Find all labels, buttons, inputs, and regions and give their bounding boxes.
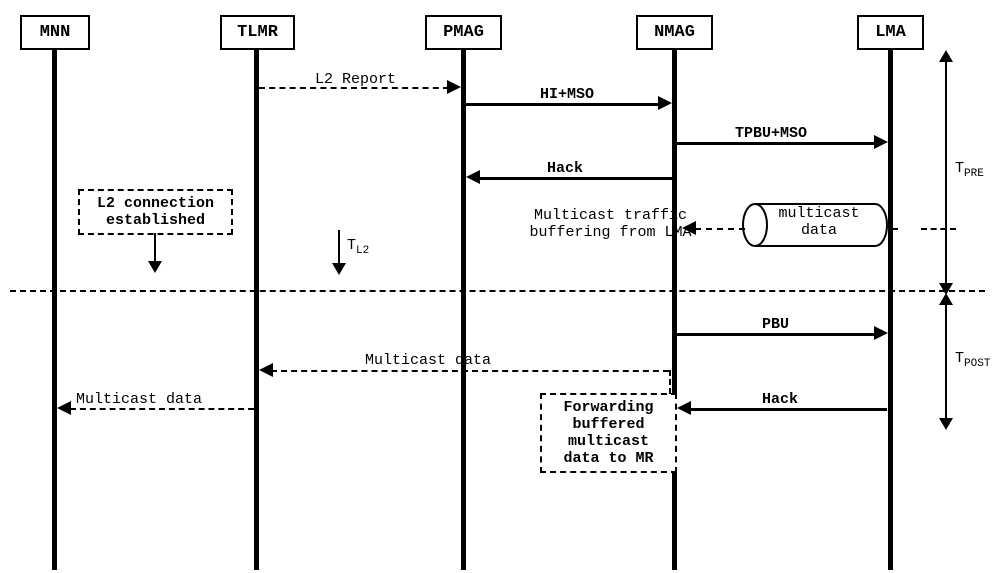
arrowhead-l2-report (447, 80, 461, 94)
label-hack1: Hack (547, 160, 583, 177)
arrow-hack2 (690, 408, 887, 411)
actor-pmag: PMAG (425, 15, 502, 50)
lifeline-lma (888, 50, 893, 570)
arrowhead-tpost-bot (939, 418, 953, 430)
arrowhead-multicast-final (57, 401, 71, 415)
arrow-hack1 (478, 177, 673, 180)
arrow-tl2 (338, 230, 340, 265)
arrowhead-tpbu-mso (874, 135, 888, 149)
label-hi-mso: HI+MSO (540, 86, 594, 103)
label-multicast-final: Multicast data (76, 391, 202, 408)
arrowhead-hi-mso (658, 96, 672, 110)
separator-line (10, 290, 985, 292)
arrowhead-hack1 (466, 170, 480, 184)
actor-tlmr: TLMR (220, 15, 295, 50)
label-tpost: TPOST (955, 350, 990, 370)
arrow-pbu (677, 333, 877, 336)
bracket-tpre (945, 60, 947, 285)
box-forwarding: Forwarding buffered multicast data to MR (540, 393, 677, 473)
label-l2-report: L2 Report (315, 71, 396, 88)
lifeline-mnn (52, 50, 57, 570)
connector-fwd (669, 370, 671, 394)
box-l2-conn: L2 connection established (78, 189, 233, 235)
arrowhead-pbu (874, 326, 888, 340)
label-cylinder: multicast data (764, 205, 874, 240)
lifeline-nmag (672, 50, 677, 570)
arrow-cyl-left (695, 228, 745, 230)
arrow-lma-cyl (921, 228, 956, 230)
label-tpbu-mso: TPBU+MSO (735, 125, 807, 142)
arrow-down-l2conn (154, 233, 156, 263)
label-hack2: Hack (762, 391, 798, 408)
arrow-multicast-data (271, 370, 669, 372)
arrowhead-hack2 (677, 401, 691, 415)
arrowhead-cyl-left (682, 221, 696, 235)
arrow-tpbu-mso (677, 142, 877, 145)
arrowhead-tl2 (332, 263, 346, 275)
label-tl2: TL2 (347, 237, 369, 257)
arrow-multicast-final (70, 408, 254, 410)
label-tpre: TPRE (955, 160, 984, 180)
arrowhead-tpre-top (939, 50, 953, 62)
text-forwarding: Forwarding buffered multicast data to MR (563, 399, 653, 467)
arrowhead-down-l2conn (148, 261, 162, 273)
actor-lma: LMA (857, 15, 924, 50)
actor-nmag: NMAG (636, 15, 713, 50)
arrow-lma-cyl2 (888, 228, 898, 230)
arrowhead-multicast-data (259, 363, 273, 377)
label-multicast-data: Multicast data (365, 352, 491, 369)
actor-mnn: MNN (20, 15, 90, 50)
lifeline-tlmr (254, 50, 259, 570)
lifeline-pmag (461, 50, 466, 570)
text-l2-conn: L2 connection established (97, 195, 214, 229)
label-pbu: PBU (762, 316, 789, 333)
arrowhead-tpost-top (939, 293, 953, 305)
arrow-hi-mso (466, 103, 661, 106)
bracket-tpost (945, 305, 947, 420)
